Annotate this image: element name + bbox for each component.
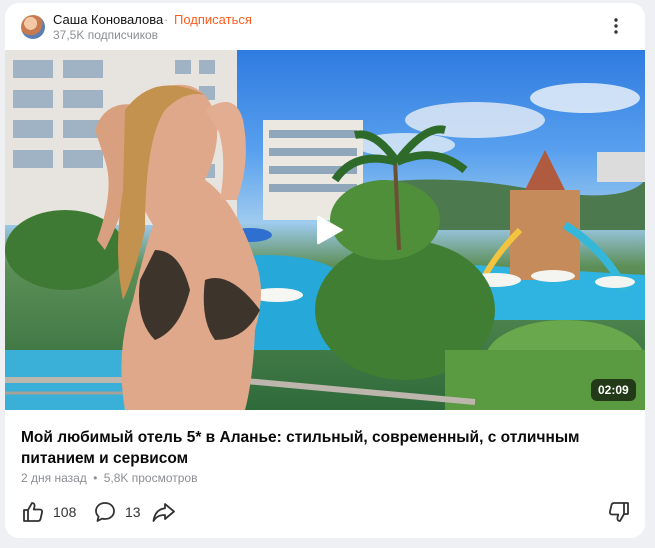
more-menu-button[interactable] [603,13,629,39]
play-button[interactable] [311,212,347,248]
dislike-button[interactable] [607,499,631,525]
comment-bubble-icon [95,502,115,522]
like-count: 108 [53,504,77,520]
channel-name[interactable]: Саша Коновалова [53,12,163,27]
separator-dot: · [164,12,169,27]
meta-separator: • [93,471,98,485]
thumbs-up-icon [23,502,43,522]
thumbs-down-icon [609,502,629,522]
subscriber-count: 37,5K подписчиков [53,28,159,42]
video-duration: 02:09 [591,379,636,401]
video-card: Саша Коновалова · Подписаться 37,5K подп… [5,3,645,538]
comment-button[interactable]: 13 [93,499,141,525]
view-count: 5,8K просмотров [103,471,198,485]
action-bar: 108 13 [21,499,633,525]
posted-date: 2 дня назад [21,471,87,485]
video-player[interactable]: 02:09 [5,50,645,410]
play-icon [317,215,343,245]
more-vertical-icon [614,18,618,34]
share-arrow-icon [152,503,175,522]
video-meta: 2 дня назад • 5,8K просмотров [21,471,197,485]
share-button[interactable] [151,499,177,525]
comment-count: 13 [125,504,141,520]
avatar[interactable] [21,15,45,39]
video-title[interactable]: Мой любимый отель 5* в Аланье: стильный,… [21,427,621,469]
card-header: Саша Коновалова · Подписаться 37,5K подп… [5,3,645,49]
like-button[interactable]: 108 [21,499,76,525]
subscribe-button[interactable]: Подписаться [174,12,252,27]
